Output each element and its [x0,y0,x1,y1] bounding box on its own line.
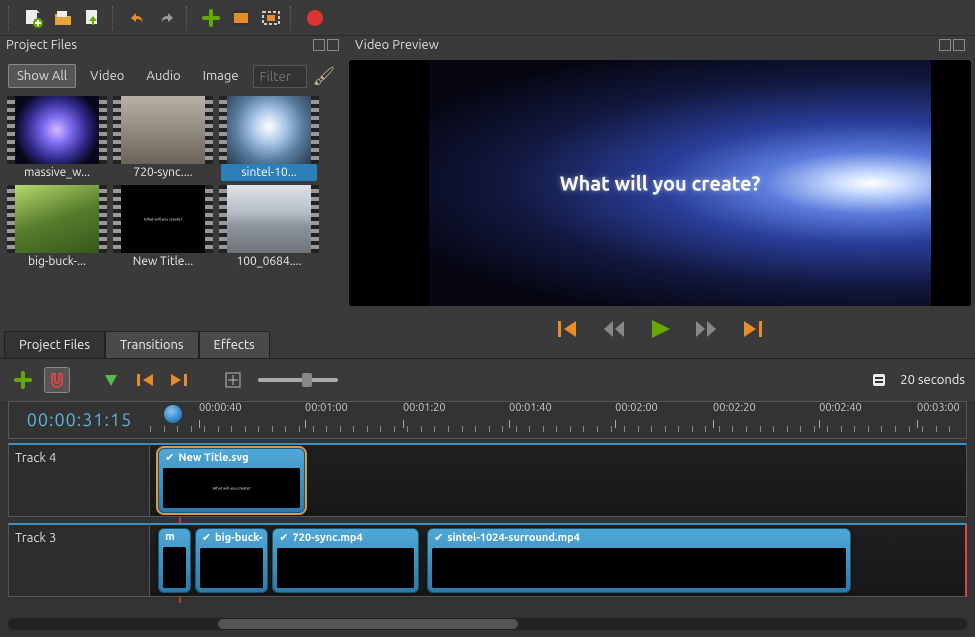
timeline: 00:00:31:15 00:00:4000:01:0000:01:2000:0… [0,401,975,636]
clear-filter-icon[interactable]: 🖌 [313,66,336,87]
jump-end-button[interactable] [740,318,764,340]
bottom-tabbar: Project Files Transitions Effects [0,327,345,358]
timecode-display: 00:00:31:15 [8,401,150,439]
track-3-body[interactable]: m ✔big-buck- ✔720-sync.mp4 ✔sintel-1024-… [150,523,967,597]
timeline-ruler[interactable]: 00:00:40 00:01:00 00:01:20 00:01:40 00:02:00… [150,401,967,439]
playhead[interactable] [164,405,184,435]
undo-button[interactable] [124,5,150,31]
project-files-panel: Project Files Show All Video Audio Image… [0,36,345,358]
ruler-tick: 00:02:20 [713,402,756,414]
clip-new-title[interactable]: ✔New Title.svg [158,448,305,513]
ruler-tick: 00:03:00 [917,402,960,414]
filter-input[interactable] [253,65,307,88]
project-file-label: massive_w... [9,164,105,181]
zoom-menu-button[interactable] [866,367,892,393]
project-file-label: New Title... [115,253,211,270]
playback-controls [349,312,971,350]
clip-big-buck[interactable]: ✔big-buck- [195,528,268,593]
project-file-label: big-buck-... [9,253,105,270]
track-4: Track 4 ✔New Title.svg [8,443,967,517]
ruler-tick: 00:00:40 [199,402,242,414]
play-button[interactable] [648,318,672,340]
zoom-label: 20 seconds [900,373,965,387]
project-files-panel-header: Project Files [0,36,345,54]
project-files-title: Project Files [6,38,77,52]
close-preview-icon[interactable] [953,39,965,51]
video-preview: What will you create? [349,60,971,306]
project-file-item[interactable]: New Title... [112,185,214,270]
filter-audio-tab[interactable]: Audio [138,65,188,87]
track-3: Track 3 m ✔big-buck- ✔720-sync.mp4 ✔sint… [8,523,967,597]
filter-video-tab[interactable]: Video [82,65,132,87]
save-project-button[interactable] [80,5,106,31]
clip-massive[interactable]: m [158,528,191,593]
ruler-tick: 00:01:20 [403,402,446,414]
tab-transitions[interactable]: Transitions [105,331,199,358]
video-preview-panel-header: Video Preview [349,36,971,54]
clip-sintel[interactable]: ✔sintel-1024-surround.mp4 [427,528,851,593]
jump-start-button[interactable] [556,318,580,340]
snap-toggle-button[interactable] [44,367,70,393]
ruler-tick: 00:02:40 [819,402,862,414]
track-4-body[interactable]: ✔New Title.svg [150,443,967,517]
detach-panel-icon[interactable] [313,39,325,51]
project-file-label: sintel-10... [221,164,317,181]
timeline-toolbar: 20 seconds [0,358,975,401]
main-toolbar [0,0,975,36]
new-project-button[interactable] [20,5,46,31]
ruler-tick: 00:02:00 [615,402,658,414]
choose-profile-button[interactable] [228,5,254,31]
track-4-header[interactable]: Track 4 [8,443,150,517]
project-files-grid: massive_w... 720-sync.... sintel-10... big-… [0,96,345,270]
timeline-tracks: Track 4 ✔New Title.svg Track 3 m ✔big-bu… [8,443,967,614]
tab-project-files[interactable]: Project Files [4,331,105,358]
project-file-item[interactable]: big-buck-... [6,185,108,270]
center-playhead-button[interactable] [220,367,246,393]
add-marker-button[interactable] [98,367,124,393]
project-files-filter-row: Show All Video Audio Image 🖌 [0,54,345,96]
fast-forward-button[interactable] [694,318,718,340]
rewind-button[interactable] [602,318,626,340]
open-project-button[interactable] [50,5,76,31]
close-panel-icon[interactable] [327,39,339,51]
video-preview-panel: Video Preview What will you create? [345,36,975,358]
ruler-tick: 00:01:40 [509,402,552,414]
export-video-button[interactable] [302,5,328,31]
next-marker-button[interactable] [166,367,192,393]
project-file-item[interactable]: 720-sync.... [112,96,214,181]
ruler-tick: 00:01:00 [305,402,348,414]
video-preview-title: Video Preview [355,38,439,52]
filter-image-tab[interactable]: Image [195,65,247,87]
redo-button[interactable] [154,5,180,31]
project-file-label: 100_0684.... [221,253,317,270]
add-track-button[interactable] [10,367,36,393]
previous-marker-button[interactable] [132,367,158,393]
project-file-item[interactable]: sintel-10... [218,96,320,181]
clip-720-sync[interactable]: ✔720-sync.mp4 [272,528,419,593]
filter-show-all-tab[interactable]: Show All [8,64,76,88]
zoom-slider[interactable] [258,378,338,382]
project-file-item[interactable]: 100_0684.... [218,185,320,270]
project-file-label: 720-sync.... [115,164,211,181]
timeline-scrollbar[interactable] [8,618,967,630]
track-3-header[interactable]: Track 3 [8,523,150,597]
fullscreen-button[interactable] [258,5,284,31]
import-files-button[interactable] [198,5,224,31]
project-file-item[interactable]: massive_w... [6,96,108,181]
preview-overlay-text: What will you create? [349,172,971,195]
tab-effects[interactable]: Effects [199,331,270,358]
detach-preview-icon[interactable] [939,39,951,51]
